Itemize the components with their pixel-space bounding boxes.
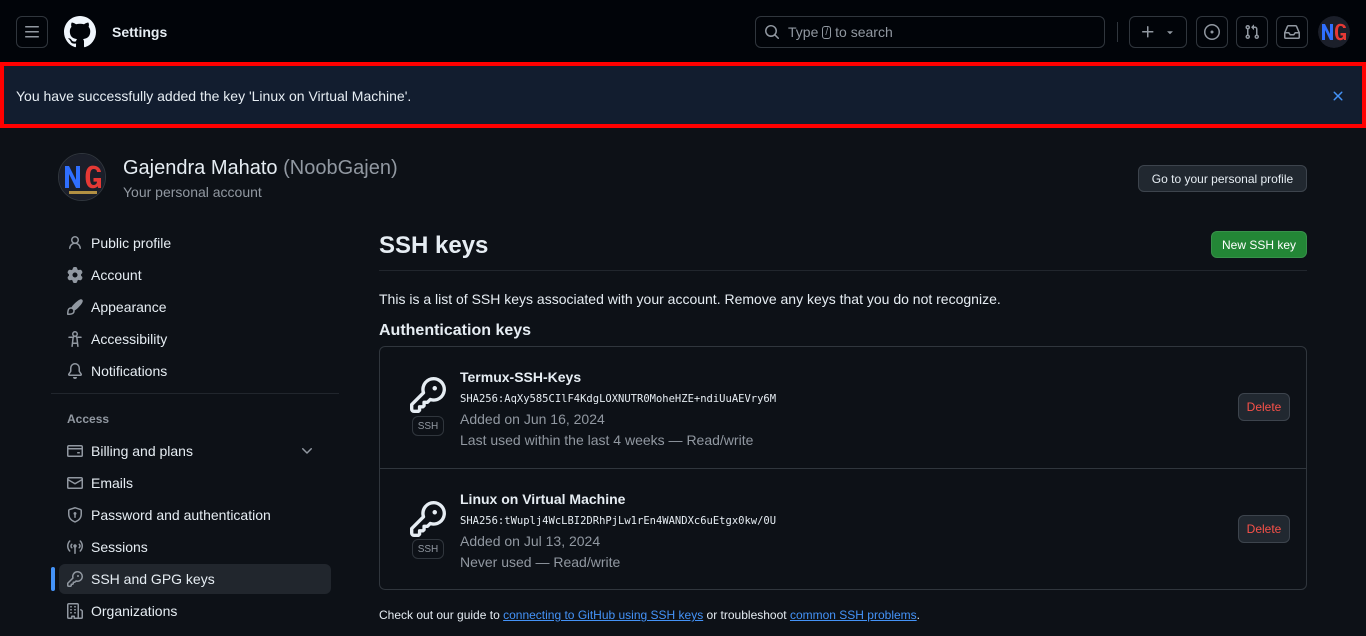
- section-title: Authentication keys: [379, 322, 532, 339]
- sidebar-divider: [51, 393, 339, 394]
- key-usage: Last used within the last 4 weeks — Read…: [460, 432, 754, 448]
- new-ssh-key-button[interactable]: New SSH key: [1211, 231, 1307, 258]
- chevron-down-icon: [302, 448, 312, 454]
- bell-icon: [67, 363, 82, 379]
- key-icon: [67, 571, 83, 587]
- key-icon: [410, 377, 446, 413]
- header-divider: [1117, 22, 1118, 42]
- help-suffix: .: [916, 608, 921, 622]
- search-placeholder-before: Type: [788, 24, 819, 40]
- gear-icon: [67, 267, 83, 283]
- sidebar-item-label: Accessibility: [91, 331, 168, 347]
- shield-lock-icon: [68, 507, 82, 523]
- inbox-button[interactable]: [1276, 16, 1308, 48]
- triangle-down-icon: [1167, 31, 1173, 35]
- sidebar-item-label: Account: [91, 267, 142, 283]
- search-input[interactable]: Type / to search: [755, 16, 1105, 48]
- sidebar-item-account[interactable]: Account: [59, 260, 331, 290]
- key-added-date: Added on Jul 13, 2024: [460, 533, 601, 549]
- menu-button[interactable]: [16, 16, 48, 48]
- sidebar-item-password-auth[interactable]: Password and authentication: [59, 500, 331, 530]
- context-title[interactable]: Settings: [112, 24, 167, 40]
- sidebar-item-label: Public profile: [91, 235, 172, 251]
- delete-key-button[interactable]: Delete: [1238, 393, 1290, 421]
- pull-request-icon: [1245, 24, 1260, 40]
- sidebar-item-label: Appearance: [91, 299, 167, 315]
- sidebar-item-ssh-gpg-keys[interactable]: SSH and GPG keys: [59, 564, 331, 594]
- search-icon: [765, 25, 779, 39]
- inbox-icon: [1284, 25, 1300, 39]
- organization-icon: [67, 603, 83, 619]
- key-added-date: Added on Jun 16, 2024: [460, 411, 605, 427]
- sidebar-item-notifications[interactable]: Notifications: [59, 356, 331, 386]
- menu-icon: [25, 26, 39, 38]
- person-icon: [69, 236, 81, 250]
- sidebar-item-appearance[interactable]: Appearance: [59, 292, 331, 322]
- account-avatar: [58, 153, 106, 201]
- flash-message: You have successfully added the key 'Lin…: [16, 88, 412, 104]
- close-icon[interactable]: [1330, 88, 1346, 104]
- issues-button[interactable]: [1196, 16, 1228, 48]
- title-divider: [379, 270, 1307, 271]
- pull-requests-button[interactable]: [1236, 16, 1268, 48]
- go-to-profile-button[interactable]: Go to your personal profile: [1138, 165, 1307, 192]
- issue-icon: [1204, 24, 1220, 40]
- sidebar-item-label: SSH and GPG keys: [91, 571, 215, 587]
- key-icon: [410, 501, 446, 537]
- ssh-key-item: SSH Linux on Virtual Machine SHA256:tWup…: [380, 468, 1306, 589]
- sidebar-item-sessions[interactable]: Sessions: [59, 532, 331, 562]
- account-display-name: Gajendra Mahato: [123, 157, 278, 179]
- sidebar-item-public-profile[interactable]: Public profile: [59, 228, 331, 258]
- help-prefix: Check out our guide to: [379, 608, 500, 622]
- sidebar-item-label: Sessions: [91, 539, 148, 555]
- ssh-key-item: SSH Termux-SSH-Keys SHA256:AqXy585CIlF4K…: [380, 347, 1306, 468]
- ssh-help-note: Check out our guide to connecting to Git…: [379, 608, 920, 622]
- sidebar-item-label: Notifications: [91, 363, 168, 379]
- page-description: This is a list of SSH keys associated wi…: [379, 291, 1001, 307]
- key-fingerprint: SHA256:tWuplj4WcLBI2DRhPjLw1rEn4WANDXc6u…: [460, 515, 777, 527]
- sidebar-item-billing[interactable]: Billing and plans: [59, 436, 331, 466]
- sidebar-item-label: Password and authentication: [91, 507, 271, 523]
- github-logo[interactable]: [64, 16, 96, 48]
- active-indicator: [51, 567, 55, 591]
- account-subtitle: Your personal account: [123, 184, 262, 200]
- account-login: (NoobGajen): [283, 157, 398, 179]
- search-placeholder-after: to search: [835, 24, 893, 40]
- sidebar-item-organizations[interactable]: Organizations: [59, 596, 331, 626]
- mail-icon: [67, 477, 83, 489]
- key-type-badge: SSH: [412, 416, 444, 436]
- paintbrush-icon: [67, 299, 83, 315]
- sidebar-heading-access: Access: [67, 412, 110, 426]
- plus-icon: [1142, 26, 1154, 38]
- ssh-troubleshoot-link[interactable]: common SSH problems: [790, 608, 917, 622]
- sidebar-item-label: Organizations: [91, 603, 178, 619]
- sidebar-item-emails[interactable]: Emails: [59, 468, 331, 498]
- ssh-keys-list: SSH Termux-SSH-Keys SHA256:AqXy585CIlF4K…: [379, 346, 1307, 590]
- global-header: Settings Type / to search: [0, 0, 1366, 64]
- ng-avatar-icon: [1318, 16, 1350, 48]
- ng-avatar-large-icon: [59, 154, 105, 200]
- page-title: SSH keys: [379, 232, 489, 259]
- create-new-button[interactable]: [1129, 16, 1187, 48]
- credit-card-icon: [67, 445, 83, 457]
- help-middle: or troubleshoot: [706, 608, 787, 622]
- delete-key-button[interactable]: Delete: [1238, 515, 1290, 543]
- key-title: Termux-SSH-Keys: [460, 369, 582, 385]
- user-avatar[interactable]: [1318, 16, 1350, 48]
- success-flash-banner: You have successfully added the key 'Lin…: [0, 62, 1366, 128]
- search-shortcut-key: /: [822, 25, 832, 39]
- broadcast-icon: [67, 540, 83, 554]
- account-name: Gajendra Mahato (NoobGajen): [123, 157, 398, 180]
- key-usage: Never used — Read/write: [460, 554, 621, 570]
- key-fingerprint: SHA256:AqXy585CIlF4KdgLOXNUTR0MoheHZE+nd…: [460, 393, 777, 405]
- key-title: Linux on Virtual Machine: [460, 491, 626, 507]
- accessibility-icon: [68, 331, 82, 347]
- sidebar-item-label: Billing and plans: [91, 443, 193, 459]
- ssh-guide-link[interactable]: connecting to GitHub using SSH keys: [503, 608, 703, 622]
- key-type-badge: SSH: [412, 539, 444, 559]
- sidebar-item-label: Emails: [91, 475, 134, 491]
- sidebar-item-accessibility[interactable]: Accessibility: [59, 324, 331, 354]
